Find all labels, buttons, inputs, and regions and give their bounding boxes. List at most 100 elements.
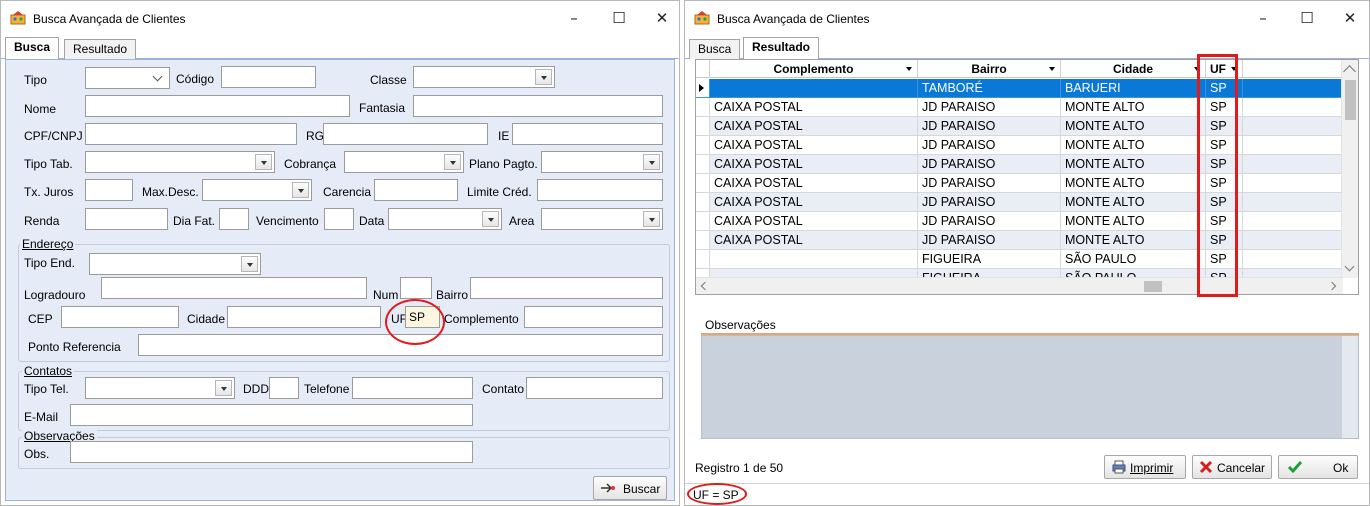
cell-complemento[interactable]: CAIXA POSTAL (710, 174, 918, 193)
table-row[interactable]: CAIXA POSTAL JD PARAISO MONTE ALTO SP (696, 117, 1343, 136)
ok-button[interactable]: Ok (1278, 455, 1358, 479)
classe-select[interactable] (413, 66, 555, 88)
cell-cidade[interactable]: MONTE ALTO (1061, 98, 1206, 117)
dia-fat-field[interactable] (219, 208, 249, 230)
minimize-button[interactable]: – (1248, 7, 1278, 29)
rg-field[interactable] (323, 123, 488, 145)
cell-bairro[interactable]: JD PARAISO (918, 117, 1061, 136)
scroll-right-icon[interactable] (1327, 281, 1337, 291)
cobranca-select[interactable] (344, 151, 464, 173)
cell-bairro[interactable]: JD PARAISO (918, 136, 1061, 155)
cell-bairro[interactable]: FIGUEIRA (918, 250, 1061, 269)
row-indicator[interactable] (696, 117, 710, 136)
table-row[interactable]: CAIXA POSTAL JD PARAISO MONTE ALTO SP (696, 174, 1343, 193)
cell-cidade[interactable]: MONTE ALTO (1061, 136, 1206, 155)
tab-busca[interactable]: Busca (5, 37, 60, 60)
vertical-scroll-thumb[interactable] (1345, 80, 1356, 120)
tipo-end-select[interactable] (89, 253, 261, 275)
scroll-down-icon[interactable] (1344, 261, 1355, 272)
complemento-field[interactable] (524, 306, 663, 328)
bairro-field[interactable] (470, 277, 663, 299)
vertical-scrollbar[interactable] (1341, 60, 1358, 278)
cell-cidade[interactable]: MONTE ALTO (1061, 212, 1206, 231)
table-row[interactable]: FIGUEIRASÃO PAULOSP (696, 250, 1343, 269)
cell-complemento[interactable]: CAIXA POSTAL (710, 193, 918, 212)
title-bar[interactable]: Busca Avançada de Clientes – ☐ ✕ (1, 1, 679, 35)
cell-complemento[interactable]: CAIXA POSTAL (710, 136, 918, 155)
row-indicator[interactable] (696, 250, 710, 269)
observacoes-memo[interactable] (701, 335, 1359, 439)
title-bar[interactable]: Busca Avançada de Clientes – ☐ ✕ (685, 1, 1369, 35)
row-indicator[interactable] (696, 98, 710, 117)
table-row[interactable]: CAIXA POSTAL JD PARAISO MONTE ALTO SP (696, 231, 1343, 250)
cpf-cnpj-field[interactable] (85, 123, 297, 145)
limite-cred-field[interactable] (537, 179, 663, 201)
scroll-left-icon[interactable] (700, 281, 710, 291)
maximize-button[interactable]: ☐ (1292, 7, 1322, 29)
renda-field[interactable] (85, 208, 168, 230)
tipo-tel-select[interactable] (85, 377, 235, 399)
cell-bairro[interactable]: JD PARAISO (918, 231, 1061, 250)
tab-resultado[interactable]: Resultado (743, 37, 820, 60)
row-indicator[interactable] (696, 136, 710, 155)
table-row[interactable]: CAIXA POSTAL JD PARAISO MONTE ALTO SP (696, 155, 1343, 174)
maximize-button[interactable]: ☐ (604, 7, 634, 29)
minimize-button[interactable]: – (559, 7, 589, 29)
table-row[interactable]: CAIXA POSTAL JD PARAISO MONTE ALTO SP (696, 212, 1343, 231)
table-row[interactable]: CAIXA POSTAL JD PARAISO MONTE ALTO SP (696, 136, 1343, 155)
num-field[interactable] (400, 277, 432, 299)
max-desc-select[interactable] (202, 179, 312, 201)
cell-bairro[interactable]: JD PARAISO (918, 212, 1061, 231)
cell-bairro[interactable]: TAMBORÉ (918, 79, 1061, 98)
cell-complemento[interactable]: CAIXA POSTAL (710, 117, 918, 136)
tipo-select[interactable] (85, 67, 170, 89)
cidade-field[interactable] (227, 306, 381, 328)
ddd-field[interactable] (269, 377, 299, 399)
row-indicator[interactable] (696, 231, 710, 250)
logradouro-field[interactable] (101, 277, 367, 299)
cancelar-button[interactable]: Cancelar (1192, 455, 1272, 479)
imprimir-button[interactable]: Imprimir (1104, 455, 1186, 479)
obs-field[interactable] (70, 441, 473, 463)
cell-complemento[interactable]: CAIXA POSTAL (710, 98, 918, 117)
table-row[interactable]: CAIXA POSTAL JD PARAISO MONTE ALTO SP (696, 193, 1343, 212)
cell-cidade[interactable]: BARUERI (1061, 79, 1206, 98)
cell-complemento[interactable] (710, 250, 918, 269)
cell-complemento[interactable] (710, 79, 918, 98)
codigo-field[interactable] (221, 66, 316, 88)
cell-bairro[interactable]: JD PARAISO (918, 98, 1061, 117)
cell-complemento[interactable]: CAIXA POSTAL (710, 212, 918, 231)
table-row[interactable]: CAIXA POSTAL JD PARAISO MONTE ALTO SP (696, 98, 1343, 117)
cell-bairro[interactable]: JD PARAISO (918, 155, 1061, 174)
close-button[interactable]: ✕ (647, 7, 677, 29)
table-row[interactable]: TAMBORÉ BARUERI SP (696, 79, 1343, 98)
tab-resultado[interactable]: Resultado (64, 39, 137, 59)
row-indicator[interactable] (696, 174, 710, 193)
ie-field[interactable] (512, 123, 663, 145)
column-header-cidade[interactable]: Cidade (1061, 60, 1206, 78)
tipo-tab-select[interactable] (85, 151, 275, 173)
buscar-button[interactable]: Buscar (593, 476, 667, 500)
area-select[interactable] (541, 208, 663, 230)
column-header-complemento[interactable]: Complemento (710, 60, 918, 78)
nome-field[interactable] (85, 95, 350, 117)
telefone-field[interactable] (352, 377, 473, 399)
cell-cidade[interactable]: MONTE ALTO (1061, 231, 1206, 250)
data-select[interactable] (388, 208, 502, 230)
row-indicator[interactable] (696, 212, 710, 231)
cell-bairro[interactable]: JD PARAISO (918, 193, 1061, 212)
horizontal-scrollbar[interactable] (696, 277, 1343, 294)
vencimento-field[interactable] (324, 208, 354, 230)
contato-field[interactable] (526, 377, 663, 399)
cell-cidade[interactable]: MONTE ALTO (1061, 155, 1206, 174)
row-indicator[interactable] (696, 79, 710, 98)
fantasia-field[interactable] (413, 95, 663, 117)
horizontal-scroll-thumb[interactable] (1144, 281, 1162, 292)
cell-cidade[interactable]: MONTE ALTO (1061, 117, 1206, 136)
tx-juros-field[interactable] (85, 179, 133, 201)
plano-pagto-select[interactable] (541, 151, 663, 173)
cell-cidade[interactable]: SÃO PAULO (1061, 250, 1206, 269)
row-indicator[interactable] (696, 155, 710, 174)
scroll-up-icon[interactable] (1343, 65, 1356, 78)
cell-cidade[interactable]: MONTE ALTO (1061, 193, 1206, 212)
